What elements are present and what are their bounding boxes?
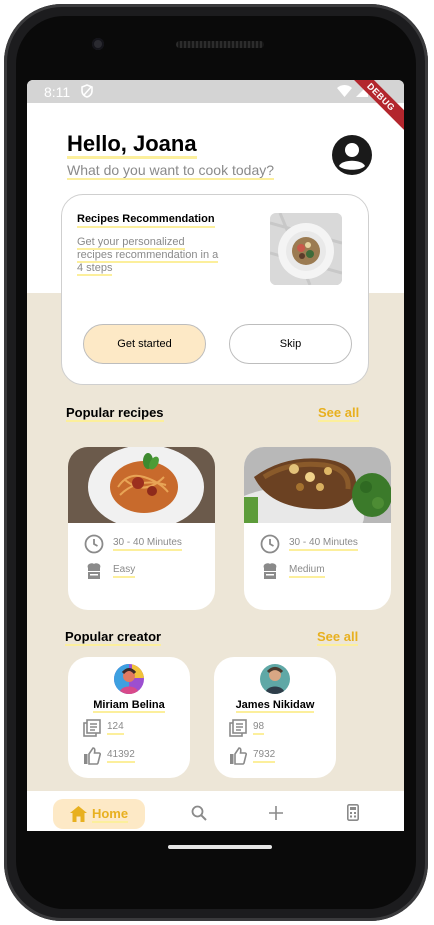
recommendation-soup-image bbox=[270, 213, 342, 285]
recipe-spaghetti-image bbox=[68, 447, 215, 523]
creator-recipe-count: 98 bbox=[253, 721, 265, 735]
earpiece-speaker bbox=[176, 41, 264, 48]
creator-like-count: 41392 bbox=[107, 749, 135, 763]
add-icon[interactable] bbox=[269, 806, 283, 820]
popular-recipes-see-all[interactable]: See all bbox=[318, 405, 360, 422]
recommendation-title: Recipes Recommendation bbox=[77, 213, 215, 228]
creator-recipes-row: 124 bbox=[83, 719, 124, 737]
home-icon bbox=[69, 806, 87, 822]
recipe-card[interactable]: 30 - 40 Minutes Medium bbox=[244, 447, 391, 610]
thumbs-up-icon bbox=[230, 747, 247, 765]
skip-button[interactable]: Skip bbox=[229, 324, 352, 364]
chef-hat-icon bbox=[263, 563, 277, 579]
recommendation-description: Get your personalized recipes recommenda… bbox=[77, 236, 219, 276]
recipe-difficulty: Easy bbox=[113, 564, 136, 578]
get-started-button[interactable]: Get started bbox=[83, 324, 206, 364]
recommendation-card: Recipes Recommendation Get your personal… bbox=[61, 194, 369, 385]
recipe-book-icon bbox=[83, 719, 101, 737]
creator-like-count: 7932 bbox=[253, 749, 276, 763]
creator-avatar bbox=[260, 664, 290, 694]
wifi-icon bbox=[337, 84, 352, 97]
creator-card[interactable]: Miriam Belina 124 41392 bbox=[68, 657, 190, 778]
recipe-time-row: 30 - 40 Minutes bbox=[84, 534, 182, 554]
account-avatar-icon[interactable] bbox=[331, 134, 373, 176]
popular-creator-see-all[interactable]: See all bbox=[317, 629, 359, 646]
front-camera bbox=[92, 38, 104, 50]
creator-card[interactable]: James Nikidaw 98 7932 bbox=[214, 657, 336, 778]
creator-avatar bbox=[114, 664, 144, 694]
app-screen: 8:11 DEBUG Hello, Joana What do you want… bbox=[27, 80, 404, 831]
shield-icon bbox=[81, 84, 93, 98]
calculator-icon[interactable] bbox=[347, 804, 359, 821]
recipe-difficulty-row: Medium bbox=[260, 561, 325, 581]
bottom-navigation: Home bbox=[27, 791, 404, 831]
recipe-difficulty: Medium bbox=[289, 564, 325, 578]
creator-recipe-count: 124 bbox=[107, 721, 124, 735]
clock-icon bbox=[260, 534, 280, 554]
creator-name: James Nikidaw bbox=[235, 699, 315, 713]
status-bar: 8:11 DEBUG bbox=[27, 80, 404, 134]
creator-recipes-row: 98 bbox=[229, 719, 265, 737]
popular-recipes-title: Popular recipes bbox=[66, 405, 164, 422]
thumbs-up-icon bbox=[84, 747, 101, 765]
greeting-title: Hello, Joana bbox=[67, 132, 197, 159]
recipe-difficulty-row: Easy bbox=[84, 561, 136, 581]
creator-likes-row: 41392 bbox=[83, 747, 135, 765]
status-time: 8:11 bbox=[44, 84, 71, 100]
creator-name: Miriam Belina bbox=[93, 699, 165, 713]
recipe-time: 30 - 40 Minutes bbox=[113, 537, 182, 551]
nav-home-tab[interactable]: Home bbox=[53, 799, 145, 829]
home-indicator[interactable] bbox=[168, 845, 272, 849]
clock-icon bbox=[84, 534, 104, 554]
chef-hat-icon bbox=[87, 563, 101, 579]
nav-home-label: Home bbox=[91, 805, 129, 823]
search-icon[interactable] bbox=[191, 805, 207, 821]
popular-creator-title: Popular creator bbox=[65, 629, 162, 646]
recipe-time-row: 30 - 40 Minutes bbox=[260, 534, 358, 554]
recipe-pork-chop-image bbox=[244, 447, 391, 523]
creator-likes-row: 7932 bbox=[229, 747, 276, 765]
recipe-time: 30 - 40 Minutes bbox=[289, 537, 358, 551]
recipe-card[interactable]: 30 - 40 Minutes Easy bbox=[68, 447, 215, 610]
greeting-subtitle: What do you want to cook today? bbox=[67, 162, 275, 180]
recipe-book-icon bbox=[229, 719, 247, 737]
